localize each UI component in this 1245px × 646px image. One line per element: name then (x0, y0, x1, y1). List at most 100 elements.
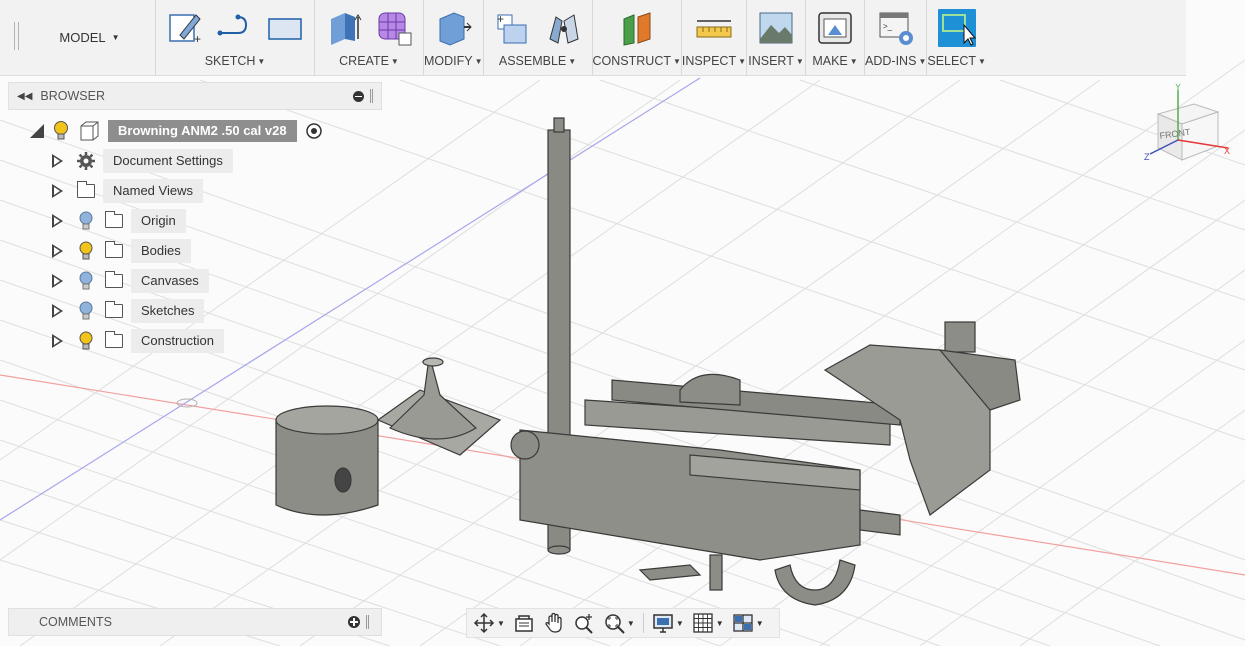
look-at-icon (515, 615, 533, 632)
toolbar-grip[interactable] (0, 0, 24, 76)
expand-icon[interactable] (52, 184, 63, 198)
tree-item-canvases[interactable]: Canvases (52, 268, 209, 294)
insert-group[interactable]: INSERT ▼ (747, 0, 807, 75)
make-group[interactable]: MAKE ▼ (806, 0, 866, 75)
construct-label: CONSTRUCT ▼ (592, 54, 681, 68)
tree-item-label: Sketches (131, 299, 205, 323)
chevron-down-icon[interactable]: ▼ (627, 619, 635, 628)
inspect-group[interactable]: INSPECT ▼ (682, 0, 748, 75)
gear-icon (75, 150, 97, 172)
measure-icon[interactable] (695, 9, 733, 47)
workspace-switcher[interactable]: MODEL ▼ (24, 0, 156, 75)
chevron-down-icon[interactable]: ▼ (676, 619, 684, 628)
view-cube[interactable]: FRONT Y X Z (1142, 84, 1232, 170)
zoom-button[interactable] (573, 612, 595, 634)
comments-panel[interactable]: COMMENTS (8, 608, 382, 636)
construct-group[interactable]: CONSTRUCT ▼ (593, 0, 682, 75)
modify-group[interactable]: MODIFY ▼ (424, 0, 484, 75)
add-comment-icon[interactable] (348, 616, 360, 628)
create-group[interactable]: CREATE ▼ (315, 0, 424, 75)
expand-root-icon[interactable] (30, 124, 44, 138)
sketch-group[interactable]: + SKETCH ▼ (156, 0, 315, 75)
browser-title: BROWSER (40, 89, 105, 103)
press-pull-icon[interactable] (434, 9, 472, 47)
expand-icon[interactable] (52, 244, 63, 258)
browser-header[interactable]: ◀◀ BROWSER (8, 82, 382, 110)
expand-icon[interactable] (52, 334, 63, 348)
visibility-bulb-icon[interactable] (75, 270, 97, 292)
grid-icon (693, 613, 713, 633)
look-at-button[interactable] (513, 612, 535, 634)
pan-button[interactable] (543, 612, 565, 634)
viewports-button[interactable]: ▼ (732, 612, 764, 634)
select-icon[interactable] (937, 9, 976, 47)
orbit-button[interactable]: ▼ (473, 612, 505, 634)
minimize-panel-icon[interactable] (353, 90, 364, 102)
folder-icon (103, 300, 125, 322)
tree-item-label: Canvases (131, 269, 209, 293)
panel-resize-handle[interactable] (370, 89, 373, 103)
add-ins-group[interactable]: >_ ADD-INS ▼ (865, 0, 928, 75)
visibility-bulb-icon[interactable] (75, 210, 97, 232)
chevron-down-icon[interactable]: ▼ (497, 619, 505, 628)
activate-radio-icon[interactable] (305, 122, 323, 140)
z-axis-label: Z (1144, 152, 1150, 162)
tree-item-label: Named Views (103, 179, 203, 203)
zoom-window-icon (605, 614, 625, 634)
visibility-bulb-icon[interactable] (75, 330, 97, 352)
chevron-down-icon[interactable]: ▼ (716, 619, 724, 628)
display-settings-button[interactable]: ▼ (652, 612, 684, 634)
tree-item-sketches[interactable]: Sketches (52, 298, 205, 324)
main-toolbar: MODEL ▼ + SKETCH ▼ CREATE ▼ MODIFY ▼ + ASSEM… (0, 0, 1186, 76)
trigger-part (774, 559, 856, 606)
create-sketch-icon[interactable]: + (166, 9, 204, 47)
3d-print-icon[interactable] (816, 9, 854, 47)
arc-icon[interactable] (216, 9, 254, 47)
monitor-icon (653, 614, 673, 633)
tree-root-node[interactable]: Browning ANM2 .50 cal v28 (30, 118, 323, 144)
make-label: MAKE ▼ (812, 54, 858, 68)
tree-item-label: Document Settings (103, 149, 233, 173)
x-axis-label: X (1224, 146, 1230, 156)
expand-icon[interactable] (52, 274, 63, 288)
create-label: CREATE ▼ (339, 54, 399, 68)
expand-icon[interactable] (52, 304, 63, 318)
new-component-icon[interactable]: + (494, 9, 532, 47)
tree-item-label: Bodies (131, 239, 191, 263)
document-icon (80, 121, 99, 141)
expand-icon[interactable] (52, 154, 63, 168)
folder-icon (103, 330, 125, 352)
tree-item-origin[interactable]: Origin (52, 208, 186, 234)
sketch-label: SKETCH ▼ (204, 54, 266, 68)
insert-image-icon[interactable] (757, 9, 795, 47)
rectangle-icon[interactable] (266, 9, 304, 47)
offset-plane-icon[interactable] (618, 9, 656, 47)
fit-button[interactable]: ▼ (603, 612, 635, 634)
assemble-group[interactable]: + ASSEMBLE ▼ (484, 0, 593, 75)
chevron-down-icon[interactable]: ▼ (756, 619, 764, 628)
select-label: SELECT ▼ (927, 54, 986, 68)
hand-icon (545, 612, 562, 633)
folder-icon (103, 210, 125, 232)
tree-item-bodies[interactable]: Bodies (52, 238, 191, 264)
collapse-panel-icon[interactable]: ◀◀ (17, 91, 32, 102)
workspace-label: MODEL (59, 30, 106, 45)
scripts-icon[interactable]: >_ (877, 9, 915, 47)
select-group[interactable]: SELECT ▼ (927, 0, 986, 75)
grid-settings-button[interactable]: ▼ (692, 612, 724, 634)
tree-item-named-views[interactable]: Named Views (52, 178, 203, 204)
extrude-icon[interactable] (325, 9, 363, 47)
joint-icon[interactable] (544, 9, 582, 47)
orbit-icon (473, 612, 495, 634)
visibility-bulb-icon[interactable] (75, 240, 97, 262)
visibility-bulb-icon[interactable] (75, 300, 97, 322)
form-icon[interactable] (375, 9, 413, 47)
tree-item-document-settings[interactable]: Document Settings (52, 148, 233, 174)
panel-resize-handle[interactable] (366, 615, 369, 629)
tree-item-construction[interactable]: Construction (52, 328, 224, 354)
add-ins-label: ADD-INS ▼ (865, 54, 927, 68)
expand-icon[interactable] (52, 214, 63, 228)
visibility-bulb-icon[interactable] (52, 120, 70, 142)
y-axis-label: Y (1175, 84, 1181, 92)
assemble-label: ASSEMBLE ▼ (498, 54, 577, 68)
